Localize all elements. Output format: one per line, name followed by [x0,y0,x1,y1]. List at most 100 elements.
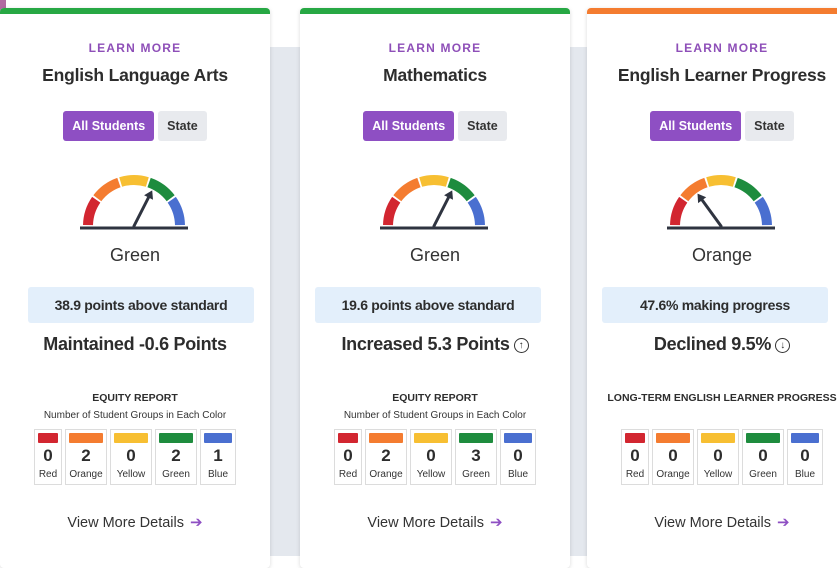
gauge-segment [393,177,421,202]
indicator-card: LEARN MORE English Language Arts All Stu… [0,8,270,568]
change-text: Maintained -0.6 Points [43,334,227,354]
equity-color-groups: 0 Red 2 Orange 0 Yellow 3 Green 0 Blue [300,429,570,485]
learn-more-link[interactable]: LEARN MORE [587,41,837,55]
color-swatch [504,433,532,443]
view-more-label: View More Details [367,515,484,531]
group-color-name: Yellow [416,469,446,480]
gauge-needle [132,196,150,228]
color-group-cell: 2 Orange [65,429,107,485]
gauge-segment [119,175,149,187]
all-students-button[interactable]: All Students [363,111,455,141]
group-count: 2 [171,446,181,465]
student-group-toggle: All Students State [300,111,570,141]
view-more-label: View More Details [654,515,771,531]
color-swatch [414,433,448,443]
color-group-cell: 0 Yellow [110,429,152,485]
color-group-cell: 0 Orange [652,429,694,485]
group-color-name: Green [462,469,490,480]
color-swatch [701,433,735,443]
gauge-icon [0,164,270,239]
arrow-up-circle-icon: ↑ [513,338,529,353]
card-title: English Language Arts [42,65,228,85]
group-count: 0 [668,446,678,465]
change-text: Declined 9.5% [653,334,772,354]
group-color-name: Orange [369,469,403,480]
view-more-label: View More Details [67,515,184,531]
group-count: 3 [471,446,481,465]
gauge-icon [300,164,570,239]
group-color-name: Yellow [116,469,146,480]
group-color-name: Orange [69,469,103,480]
status-summary: 47.6% making progress [602,287,828,323]
group-color-name: Blue [794,469,815,480]
card-color-bar [587,8,837,14]
gauge-segment [383,196,401,226]
group-color-name: Orange [656,469,690,480]
group-color-name: Red [625,469,645,480]
change-summary: Increased 5.3 Points ↑ [300,334,570,355]
color-swatch [656,433,690,443]
gauge-segment [83,196,101,226]
color-swatch [338,433,358,443]
color-group-cell: 0 Blue [787,429,823,485]
learn-more-link[interactable]: LEARN MORE [300,41,570,55]
student-group-toggle: All Students State [587,111,837,141]
color-swatch [114,433,148,443]
gauge-segment [93,177,121,202]
group-color-name: Yellow [703,469,733,480]
color-swatch [625,433,645,443]
change-summary: Maintained -0.6 Points [0,334,270,355]
equity-report-title: EQUITY REPORT [92,392,178,404]
color-group-cell: 0 Blue [500,429,536,485]
group-color-name: Red [338,469,358,480]
view-more-details-link[interactable]: View More Details ➔ [300,513,570,531]
equity-color-groups: 0 Red 2 Orange 0 Yellow 2 Green 1 Blue [0,429,270,485]
gauge-segment [167,196,185,226]
state-button[interactable]: State [745,111,794,141]
gauge-segment [734,177,762,202]
color-group-cell: 0 Red [34,429,62,485]
color-group-cell: 2 Orange [365,429,407,485]
gauge-segment [754,196,772,226]
color-swatch [69,433,103,443]
gauge-segment [419,175,449,187]
group-count: 0 [630,446,640,465]
gauge-needle [432,196,450,228]
group-count: 0 [126,446,136,465]
change-summary: Declined 9.5% ↓ [587,334,837,355]
equity-report-subtitle: Number of Student Groups in Each Color [43,410,227,421]
gauge-segment [467,196,485,226]
status-summary: 19.6 points above standard [315,287,541,323]
group-count: 0 [800,446,810,465]
arrow-right-icon: ➔ [777,514,790,531]
color-group-cell: 0 Yellow [410,429,452,485]
gauge-needle [700,198,723,228]
performance-rating: Orange [691,245,753,265]
equity-report-title: EQUITY REPORT [392,392,478,404]
view-more-details-link[interactable]: View More Details ➔ [0,513,270,531]
state-button[interactable]: State [158,111,207,141]
gauge-icon [587,164,837,239]
color-swatch [746,433,780,443]
state-button[interactable]: State [458,111,507,141]
equity-report-title: LONG-TERM ENGLISH LEARNER PROGRESS [607,392,837,404]
learn-more-link[interactable]: LEARN MORE [0,41,270,55]
group-color-name: Red [38,469,58,480]
card-title: English Learner Progress [617,65,827,85]
group-color-name: Blue [207,469,228,480]
group-count: 1 [213,446,223,465]
color-swatch [791,433,819,443]
color-group-cell: 3 Green [455,429,497,485]
all-students-button[interactable]: All Students [63,111,155,141]
card-title: Mathematics [383,65,487,85]
view-more-details-link[interactable]: View More Details ➔ [587,513,837,531]
color-swatch [159,433,193,443]
card-color-bar [300,8,570,14]
equity-color-groups: 0 Red 0 Orange 0 Yellow 0 Green 0 Blue [587,429,837,485]
group-count: 0 [713,446,723,465]
card-color-bar [0,8,270,14]
color-group-cell: 0 Red [621,429,649,485]
student-group-toggle: All Students State [0,111,270,141]
all-students-button[interactable]: All Students [650,111,742,141]
equity-report-subtitle: Number of Student Groups in Each Color [343,410,527,421]
